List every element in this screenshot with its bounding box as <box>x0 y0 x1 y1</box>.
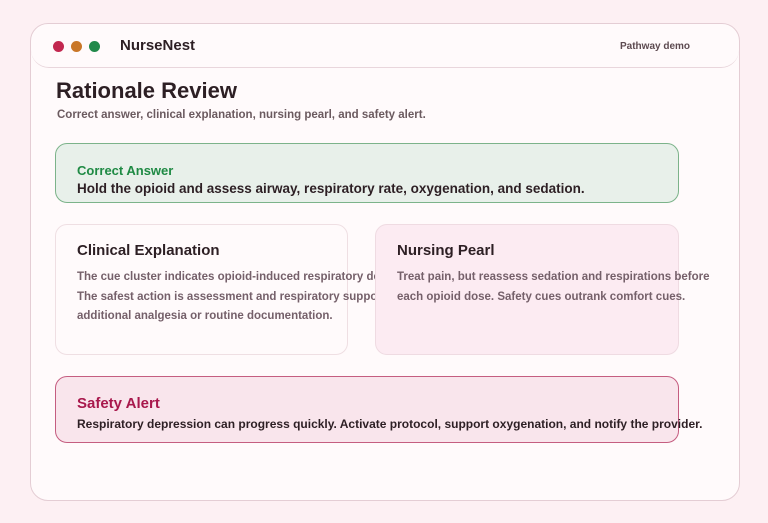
nursing-pearl-body: Treat pain, but reassess sedation and re… <box>397 268 710 307</box>
nursing-pearl-line: each opioid dose. Safety cues outrank co… <box>397 290 686 303</box>
nursing-pearl-title: Nursing Pearl <box>397 242 495 259</box>
page-title: Rationale Review <box>56 78 237 103</box>
mode-label: Pathway demo <box>620 41 691 52</box>
app-name: NurseNest <box>120 37 196 54</box>
page-subtitle: Correct answer, clinical explanation, nu… <box>57 109 426 121</box>
safety-alert-card: Safety Alert Respiratory depression can … <box>55 376 702 443</box>
safety-alert-label: Safety Alert <box>77 395 160 412</box>
nursing-pearl-line: Treat pain, but reassess sedation and re… <box>397 271 710 283</box>
safety-alert-text: Respiratory depression can progress quic… <box>77 417 703 431</box>
window-maximize-dot[interactable] <box>89 41 100 52</box>
correct-answer-text: Hold the opioid and assess airway, respi… <box>77 181 585 196</box>
correct-answer-card: Correct Answer Hold the opioid and asses… <box>55 143 679 203</box>
clinical-explanation-card: Clinical Explanation The cue cluster ind… <box>55 224 431 355</box>
nursing-pearl-card: Nursing Pearl Treat pain, but reassess s… <box>375 224 710 355</box>
window-minimize-dot[interactable] <box>71 41 82 52</box>
clinical-explanation-title: Clinical Explanation <box>77 242 220 259</box>
correct-answer-label: Correct Answer <box>77 163 174 178</box>
title-bar: NurseNest Pathway demo <box>31 24 739 68</box>
window-close-dot[interactable] <box>53 41 64 52</box>
